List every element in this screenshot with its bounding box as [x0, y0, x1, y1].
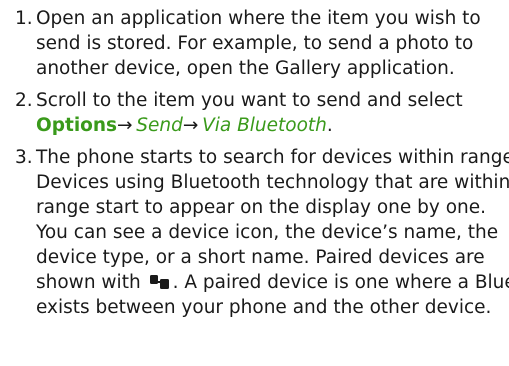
- step-3-line-5: device type, or a short name. Paired dev…: [36, 247, 485, 268]
- send-menu-label: Send: [136, 115, 183, 136]
- step-1-line-3: another device, open the Gallery applica…: [36, 58, 455, 79]
- step-3-line-4: You can see a device icon, the device’s …: [36, 222, 499, 243]
- step-2-number: 2.: [15, 90, 33, 111]
- step-1-line-1: Open an application where the item you w…: [36, 8, 481, 29]
- step-2-period: .: [326, 115, 333, 136]
- step-3-line-2: Devices using Bluetooth technology that …: [36, 172, 509, 193]
- step-1-number: 1.: [15, 8, 33, 29]
- step-1-line-2: send is stored. For example, to send a p…: [36, 33, 474, 54]
- manual-page: 1. Open an application where the item yo…: [0, 0, 509, 366]
- step-3-line-6-before: shown with: [36, 272, 141, 293]
- arrow-1: →: [117, 115, 133, 136]
- step-2-line-2: Options→ Send→ Via Bluetooth.: [36, 113, 333, 138]
- step-3-line-6-after: . A paired device is one where a Blue: [172, 272, 509, 293]
- step-3-line-3: range start to appear on the display one…: [36, 197, 487, 218]
- options-menu-label: Options: [36, 115, 118, 136]
- step-3-line-1: The phone starts to search for devices w…: [36, 147, 509, 168]
- step-3-line-7: exists between your phone and the other …: [36, 297, 492, 318]
- arrow-2: →: [182, 115, 199, 136]
- step-2-line-1: Scroll to the item you want to send and …: [36, 90, 463, 111]
- step-3-number: 3.: [15, 147, 33, 168]
- step-3-line-6: shown with . A paired device is one wher…: [36, 270, 509, 297]
- paired-device-icon: [149, 272, 171, 297]
- via-bluetooth-menu-label: Via Bluetooth: [202, 115, 327, 136]
